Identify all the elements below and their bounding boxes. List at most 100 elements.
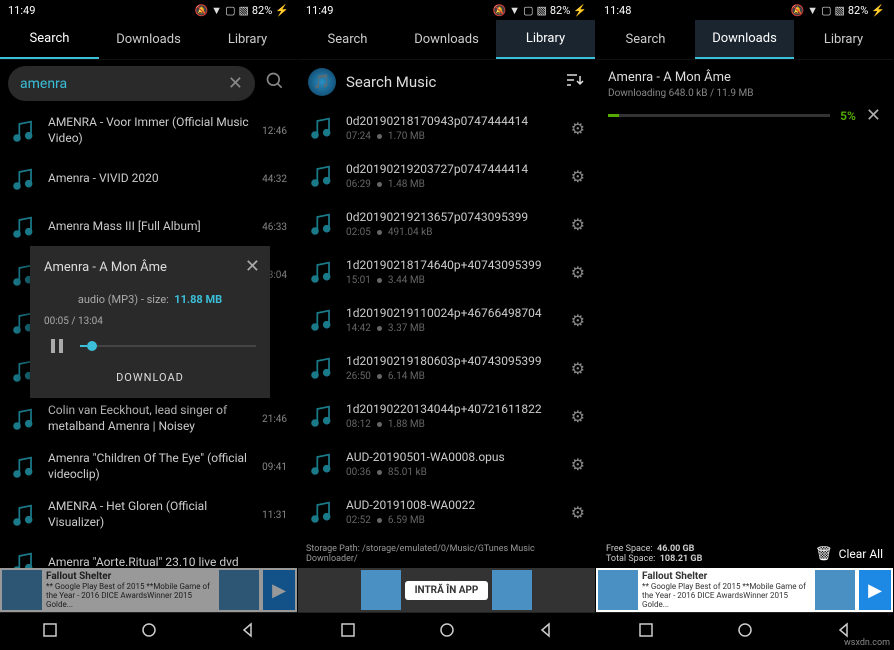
search-input[interactable] (20, 76, 228, 92)
ad-cta[interactable]: INTRĂ ÎN APP (405, 581, 489, 600)
list-item[interactable]: 1d20190218174640p+4074309539915:013.44 M… (298, 248, 595, 296)
tab-library[interactable]: Library (794, 20, 893, 59)
nav-recent-icon[interactable] (340, 622, 356, 642)
tab-search[interactable]: Search (0, 20, 99, 59)
result-title: Amenra "Aorte.Ritual" 23.10 live dvd (48, 555, 277, 568)
list-item[interactable]: 0d20190218170943p074744441407:241.70 MB⚙ (298, 104, 595, 152)
tab-downloads[interactable]: Downloads (695, 20, 794, 59)
download-progress (608, 114, 830, 117)
gear-icon[interactable]: ⚙ (571, 455, 585, 474)
music-icon (308, 450, 336, 478)
tab-library[interactable]: Library (198, 20, 297, 59)
music-icon (308, 162, 336, 190)
result-title: AMENRA - Voor Immer (Official Music Vide… (48, 115, 252, 146)
charge-icon: ⚡ (573, 4, 587, 17)
pause-button[interactable] (44, 333, 70, 359)
tab-bar: Search Downloads Library (596, 20, 893, 60)
status-time: 11:48 (604, 4, 631, 17)
result-duration: 3:04 (268, 270, 287, 281)
list-item[interactable]: 1d20190219180603p+4074309539926:506.14 M… (298, 344, 595, 392)
music-icon (308, 210, 336, 238)
result-title: Amenra - VIVID 2020 (48, 171, 252, 187)
tab-library[interactable]: Library (496, 20, 595, 59)
list-item[interactable]: 1d20190219110024p+4676649870414:423.37 M… (298, 296, 595, 344)
list-item[interactable]: Amenra "Aorte.Ritual" 23.10 live dvd (0, 539, 297, 568)
track-title: 0d20190219213657p0743095399 (346, 210, 561, 226)
music-icon (308, 306, 336, 334)
list-item[interactable]: 0d20190219203727p074744441406:291.48 MB⚙ (298, 152, 595, 200)
clear-icon[interactable]: ✕ (228, 73, 243, 94)
gear-icon[interactable]: ⚙ (571, 167, 585, 186)
storage-path: Storage Path: /storage/emulated/0/Music/… (298, 540, 595, 568)
ad-banner[interactable]: Fallout Shelter ** Google Play Best of 2… (596, 568, 893, 612)
list-item[interactable]: 0d20190219213657p074309539902:05491.04 k… (298, 200, 595, 248)
nfc-icon: ▧ (238, 4, 248, 17)
wifi-icon: ▼ (807, 4, 818, 17)
nav-home-icon[interactable] (737, 622, 753, 642)
result-duration: 21:46 (262, 414, 287, 425)
list-item[interactable]: AUD-20190501-WA0008.opus00:3685.01 kB⚙ (298, 440, 595, 488)
cancel-download-icon[interactable]: ✕ (866, 105, 881, 126)
nav-back-icon[interactable] (240, 622, 256, 642)
music-icon (308, 258, 336, 286)
ad-text: Fallout Shelter ** Google Play Best of 2… (46, 571, 215, 609)
gear-icon[interactable]: ⚙ (571, 359, 585, 378)
sort-icon[interactable] (565, 70, 585, 94)
tab-search[interactable]: Search (298, 20, 397, 59)
download-item: Amenra - A Mon Âme Downloading 648.0 kB … (596, 60, 893, 136)
ad-image2 (219, 570, 259, 610)
ad-image (361, 570, 401, 610)
gear-icon[interactable]: ⚙ (571, 215, 585, 234)
player-row (44, 333, 256, 359)
close-icon[interactable]: ✕ (245, 256, 260, 277)
tab-search[interactable]: Search (596, 20, 695, 59)
list-item[interactable]: 1d20190220134044p+4072161182208:121.88 M… (298, 392, 595, 440)
status-time: 11:49 (8, 4, 35, 17)
trash-icon: 🗑 (815, 546, 833, 562)
search-box: ✕ (8, 66, 255, 101)
gear-icon[interactable]: ⚙ (571, 263, 585, 282)
music-icon (10, 213, 38, 241)
clear-all-button[interactable]: 🗑 Clear All (815, 544, 883, 564)
music-icon (10, 549, 38, 568)
ad-image2 (492, 570, 532, 610)
track-meta: 14:423.37 MB (346, 323, 561, 334)
music-icon (10, 453, 38, 481)
list-item[interactable]: Amenra - VIVID 202044:32 (0, 155, 297, 203)
gear-icon[interactable]: ⚙ (571, 407, 585, 426)
download-title: Amenra - A Mon Âme (608, 70, 881, 85)
phone-search: 11:49 🔕 ▼ ▢ ▧ 82% ⚡ Search Downloads Lib… (0, 0, 298, 650)
nav-back-icon[interactable] (538, 622, 554, 642)
music-icon (10, 501, 38, 529)
tab-downloads[interactable]: Downloads (397, 20, 496, 59)
list-item[interactable]: AUD-20191008-WA002202:526.59 MB⚙ (298, 488, 595, 536)
list-item[interactable]: Colin van Eeckhout, lead singer of metal… (0, 395, 297, 443)
list-item[interactable]: Amenra "Children Of The Eye" (official v… (0, 443, 297, 491)
storage-info: Free Space: 46.00 GB Total Space: 108.21… (596, 540, 893, 568)
ad-arrow-icon[interactable]: ▶ (859, 570, 891, 610)
search-icon[interactable] (261, 71, 289, 96)
music-icon (308, 402, 336, 430)
gear-icon[interactable]: ⚙ (571, 119, 585, 138)
nav-home-icon[interactable] (141, 622, 157, 642)
nav-recent-icon[interactable] (638, 622, 654, 642)
track-title: 0d20190218170943p0747444414 (346, 114, 561, 130)
gear-icon[interactable]: ⚙ (571, 503, 585, 522)
nav-recent-icon[interactable] (42, 622, 58, 642)
status-bar: 11:48 🔕 ▼ ▢ ▧ 82% ⚡ (596, 0, 893, 20)
list-item[interactable]: Amenra Mass III [Full Album]46:33 (0, 203, 297, 251)
progress-bar[interactable] (80, 345, 256, 347)
ad-image (2, 570, 42, 610)
download-button[interactable]: DOWNLOAD (44, 359, 256, 388)
track-meta: 06:291.48 MB (346, 179, 561, 190)
gear-icon[interactable]: ⚙ (571, 311, 585, 330)
list-item[interactable]: AMENRA - Voor Immer (Official Music Vide… (0, 107, 297, 155)
tab-downloads[interactable]: Downloads (99, 20, 198, 59)
ad-arrow-icon[interactable]: ▶ (263, 570, 295, 610)
list-item[interactable]: AMENRA - Het Gloren (Official Visualizer… (0, 491, 297, 539)
library-header: 🎵 Search Music (298, 60, 595, 104)
ad-banner[interactable]: Fallout Shelter ** Google Play Best of 2… (0, 568, 297, 612)
nav-home-icon[interactable] (439, 622, 455, 642)
track-meta: 02:526.59 MB (346, 515, 561, 526)
ad-banner[interactable]: INTRĂ ÎN APP (298, 568, 595, 612)
